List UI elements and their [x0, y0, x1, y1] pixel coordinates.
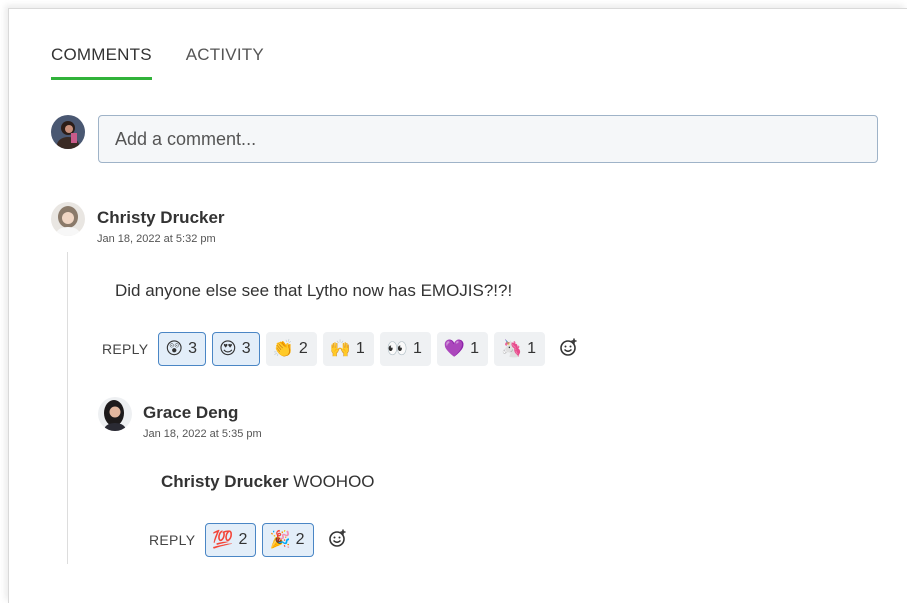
party-popper-emoji-icon: 🎉	[269, 529, 291, 550]
reaction-clap[interactable]: 👏 2	[265, 332, 317, 366]
reaction-heart-eyes[interactable]: 😍 3	[212, 332, 260, 366]
tab-comments[interactable]: COMMENTS	[51, 45, 152, 80]
unicorn-emoji-icon: 🦄	[500, 338, 523, 359]
tab-bar: COMMENTS ACTIVITY	[51, 45, 264, 80]
comments-panel: COMMENTS ACTIVITY Christy Drucker Jan 18…	[8, 8, 907, 603]
reaction-count: 2	[238, 531, 248, 548]
reaction-raised-hands[interactable]: 🙌 1	[322, 332, 374, 366]
hundred-points-emoji-icon: 💯	[212, 529, 234, 550]
grace-deng-avatar	[98, 397, 132, 431]
heart-eyes-emoji-icon: 😍	[219, 338, 237, 359]
reaction-purple-heart[interactable]: 💜 1	[436, 332, 488, 366]
reply-button[interactable]: REPLY	[149, 532, 195, 548]
add-reaction-icon[interactable]	[328, 528, 348, 553]
reply-button[interactable]: REPLY	[102, 341, 148, 357]
reaction-count: 3	[188, 340, 198, 357]
thread-line	[67, 252, 68, 564]
reaction-count: 1	[412, 340, 422, 357]
reaction-count: 2	[298, 340, 308, 357]
reaction-eyes[interactable]: 👀 1	[379, 332, 431, 366]
reaction-count: 1	[355, 340, 365, 357]
christy-drucker-avatar	[51, 202, 85, 236]
clapping-hands-emoji-icon: 👏	[272, 338, 294, 359]
comment-timestamp: Jan 18, 2022 at 5:32 pm	[97, 233, 216, 245]
comment-author[interactable]: Christy Drucker	[97, 208, 225, 228]
astonished-emoji-icon: 😲	[165, 338, 184, 359]
eyes-emoji-icon: 👀	[386, 338, 408, 359]
comment-body: Christy Drucker WOOHOO	[161, 472, 375, 492]
comment-actions: REPLY 😲 3 😍 3 👏 2 🙌 1 👀 1 💜 1 🦄 1	[102, 332, 579, 366]
reaction-unicorn[interactable]: 🦄 1	[493, 332, 546, 366]
reaction-count: 1	[527, 340, 537, 357]
reaction-astonished[interactable]: 😲 3	[158, 332, 207, 366]
reaction-hundred[interactable]: 💯 2	[205, 523, 257, 557]
user-mention[interactable]: Christy Drucker	[161, 472, 289, 491]
reaction-count: 2	[295, 531, 305, 548]
current-user-avatar	[51, 115, 85, 149]
comment-text: WOOHOO	[293, 472, 375, 491]
reaction-count: 1	[470, 340, 479, 357]
add-reaction-icon[interactable]	[559, 337, 579, 362]
comment-input[interactable]	[98, 115, 878, 163]
reaction-count: 3	[241, 340, 251, 357]
comment-actions: REPLY 💯 2 🎉 2	[149, 523, 348, 557]
raised-hands-emoji-icon: 🙌	[329, 338, 351, 359]
comment-timestamp: Jan 18, 2022 at 5:35 pm	[143, 428, 262, 440]
reaction-party[interactable]: 🎉 2	[262, 523, 314, 557]
tab-activity[interactable]: ACTIVITY	[186, 45, 264, 80]
comment-body: Did anyone else see that Lytho now has E…	[115, 281, 513, 300]
purple-heart-emoji-icon: 💜	[443, 338, 466, 359]
comment-author[interactable]: Grace Deng	[143, 403, 238, 423]
